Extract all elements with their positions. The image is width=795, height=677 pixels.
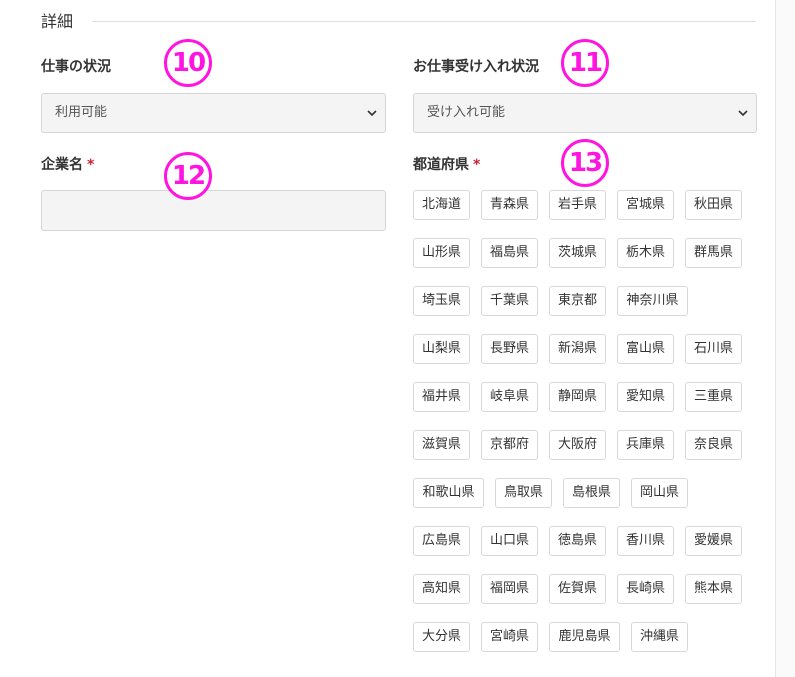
prefecture-label-text: 都道府県 [413,157,469,173]
prefecture-option[interactable]: 熊本県 [685,574,742,604]
prefecture-option[interactable]: 宮崎県 [481,622,538,652]
prefecture-option[interactable]: 沖縄県 [631,622,688,652]
prefecture-option[interactable]: 千葉県 [481,286,538,316]
prefecture-option[interactable]: 北海道 [413,190,470,220]
prefecture-option[interactable]: 滋賀県 [413,430,470,460]
annotation-badge-11: 11 [561,39,609,87]
prefecture-option[interactable]: 広島県 [413,526,470,556]
prefecture-option[interactable]: 岡山県 [631,478,688,508]
prefecture-option[interactable]: 福井県 [413,382,470,412]
prefecture-option[interactable]: 香川県 [617,526,674,556]
prefecture-option[interactable]: 佐賀県 [549,574,606,604]
prefecture-option[interactable]: 京都府 [481,430,538,460]
company-name-input[interactable] [41,190,386,231]
prefecture-option[interactable]: 新潟県 [549,334,606,364]
acceptance-status-label: お仕事受け入れ状況 [413,59,539,75]
prefecture-option[interactable]: 山口県 [481,526,538,556]
acceptance-status-select[interactable]: 受け入れ可能 [413,93,757,133]
annotation-badge-10: 10 [164,39,212,87]
prefecture-option[interactable]: 鳥取県 [495,478,552,508]
prefecture-option[interactable]: 三重県 [685,382,742,412]
prefecture-option[interactable]: 愛媛県 [685,526,742,556]
section-divider [92,21,756,22]
prefecture-option[interactable]: 島根県 [563,478,620,508]
prefecture-option[interactable]: 鹿児島県 [549,622,620,652]
prefecture-option[interactable]: 大阪府 [549,430,606,460]
required-mark: * [87,157,95,173]
prefecture-option[interactable]: 石川県 [685,334,742,364]
section-title: 詳細 [41,12,74,31]
prefecture-option[interactable]: 静岡県 [549,382,606,412]
prefecture-option[interactable]: 愛知県 [617,382,674,412]
prefecture-option[interactable]: 埼玉県 [413,286,470,316]
annotation-badge-12: 12 [164,152,212,200]
annotation-badge-13: 13 [561,139,609,187]
prefecture-option[interactable]: 山梨県 [413,334,470,364]
prefecture-option[interactable]: 高知県 [413,574,470,604]
prefecture-option[interactable]: 徳島県 [549,526,606,556]
prefecture-option[interactable]: 岐阜県 [481,382,538,412]
prefecture-option[interactable]: 東京都 [549,286,606,316]
prefecture-option[interactable]: 長野県 [481,334,538,364]
chevron-down-icon [738,110,748,117]
prefecture-option[interactable]: 栃木県 [617,238,674,268]
job-status-select[interactable]: 利用可能 [41,93,386,133]
prefecture-option[interactable]: 大分県 [413,622,470,652]
prefecture-option[interactable]: 秋田県 [685,190,742,220]
prefecture-option[interactable]: 茨城県 [549,238,606,268]
prefecture-option[interactable]: 宮城県 [617,190,674,220]
job-status-label: 仕事の状況 [41,59,111,75]
prefecture-option[interactable]: 群馬県 [685,238,742,268]
required-mark: * [473,157,481,173]
prefecture-label: 都道府県 * [413,155,480,175]
chevron-down-icon [367,110,377,117]
prefecture-option[interactable]: 長崎県 [617,574,674,604]
prefecture-option[interactable]: 福岡県 [481,574,538,604]
prefecture-option[interactable]: 奈良県 [685,430,742,460]
prefecture-option[interactable]: 神奈川県 [617,286,688,316]
job-status-value: 利用可能 [55,105,108,120]
prefecture-option[interactable]: 岩手県 [549,190,606,220]
prefecture-option[interactable]: 福島県 [481,238,538,268]
prefecture-option[interactable]: 富山県 [617,334,674,364]
acceptance-status-value: 受け入れ可能 [427,105,506,120]
prefecture-option[interactable]: 青森県 [481,190,538,220]
prefecture-option[interactable]: 和歌山県 [413,478,484,508]
scrollbar-track[interactable] [776,0,795,677]
prefecture-option[interactable]: 兵庫県 [617,430,674,460]
prefecture-option[interactable]: 山形県 [413,238,470,268]
company-label-text: 企業名 [41,157,83,173]
company-label: 企業名 * [41,155,94,175]
